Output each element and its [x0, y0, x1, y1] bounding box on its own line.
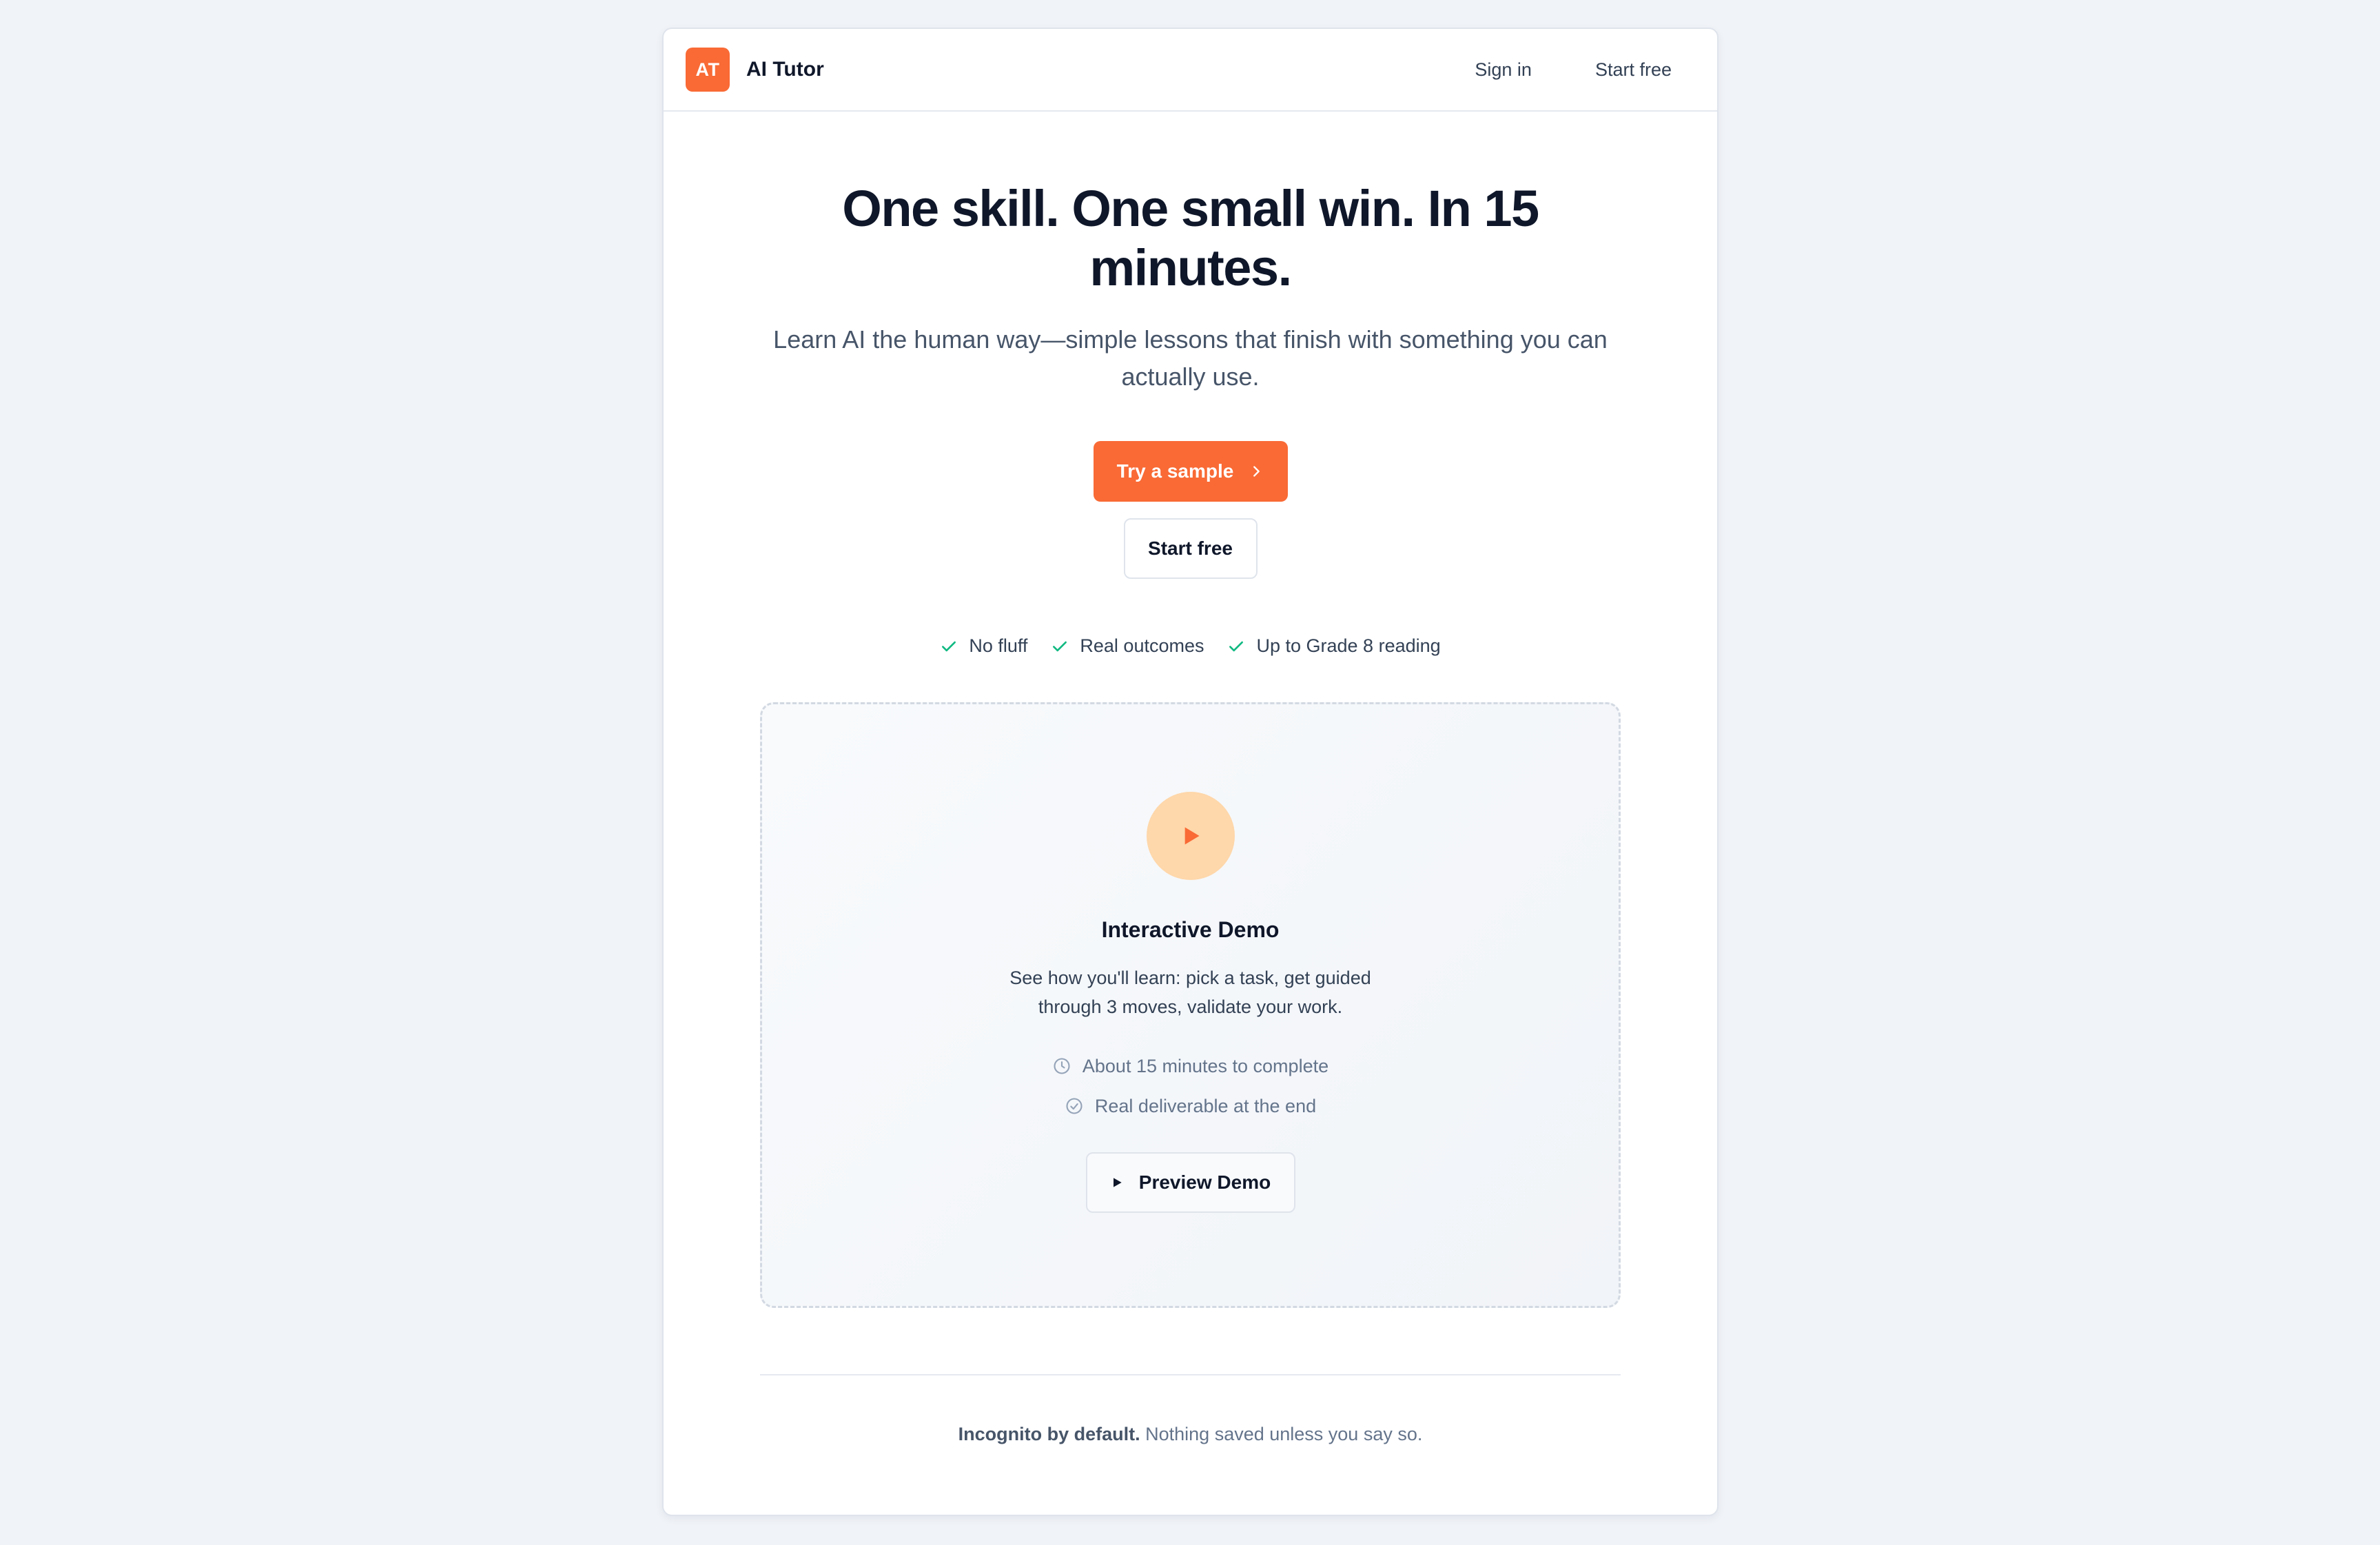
hero-subtitle: Learn AI the human way—simple lessons th…	[773, 325, 1608, 391]
feature-label: No fluff	[969, 635, 1028, 656]
feature-item: Real outcomes	[1051, 635, 1204, 657]
feature-label: Up to Grade 8 reading	[1256, 635, 1441, 656]
preview-demo-label: Preview Demo	[1138, 1171, 1271, 1193]
feature-label: Real outcomes	[1080, 635, 1204, 656]
privacy-note-bold: Incognito by default.	[958, 1424, 1140, 1444]
demo-meta-label: Real deliverable at the end	[1094, 1095, 1317, 1116]
page-title: One skill. One small win. In 15 minutes.	[842, 180, 1539, 296]
sign-in-link[interactable]: Sign in	[1475, 59, 1532, 81]
demo-description: See how you'll learn: pick a task, get g…	[1009, 968, 1371, 1017]
feature-item: No fluff	[940, 635, 1027, 657]
hero-section: One skill. One small win. In 15 minutes.…	[664, 112, 1717, 1445]
start-free-link[interactable]: Start free	[1595, 59, 1672, 81]
check-icon	[940, 637, 958, 655]
page-card: AT AI Tutor Sign in Start free One skill…	[662, 28, 1719, 1516]
check-icon	[1227, 637, 1245, 655]
clock-icon	[1052, 1056, 1071, 1076]
play-icon	[1177, 822, 1204, 850]
divider	[760, 1374, 1621, 1375]
demo-meta-item: About 15 minutes to complete	[1052, 1046, 1329, 1086]
nav-links: Sign in Start free	[1475, 59, 1672, 81]
brand[interactable]: AT AI Tutor	[686, 48, 824, 92]
top-nav: AT AI Tutor Sign in Start free	[664, 29, 1717, 112]
play-icon	[1110, 1176, 1124, 1189]
demo-meta-item: Real deliverable at the end	[1065, 1086, 1316, 1126]
check-circle-icon	[1065, 1096, 1084, 1116]
privacy-note-text: Nothing saved unless you say so.	[1140, 1424, 1423, 1444]
demo-meta-list: About 15 minutes to complete Real delive…	[1052, 1046, 1329, 1126]
privacy-note: Incognito by default. Nothing saved unle…	[958, 1424, 1423, 1445]
preview-demo-button[interactable]: Preview Demo	[1085, 1152, 1295, 1213]
start-free-button[interactable]: Start free	[1123, 518, 1258, 579]
brand-name: AI Tutor	[746, 58, 824, 81]
feature-item: Up to Grade 8 reading	[1227, 635, 1441, 657]
try-sample-button[interactable]: Try a sample	[1093, 441, 1288, 502]
feature-list: No fluff Real outcomes Up to Grade 8 rea…	[928, 635, 1452, 657]
logo-badge: AT	[686, 48, 730, 92]
play-button[interactable]	[1146, 792, 1235, 880]
check-icon	[1051, 637, 1069, 655]
demo-title: Interactive Demo	[1101, 917, 1280, 942]
demo-card: Interactive Demo See how you'll learn: p…	[760, 702, 1621, 1308]
chevron-right-icon	[1249, 464, 1264, 479]
demo-meta-label: About 15 minutes to complete	[1082, 1055, 1329, 1076]
try-sample-label: Try a sample	[1116, 460, 1234, 482]
